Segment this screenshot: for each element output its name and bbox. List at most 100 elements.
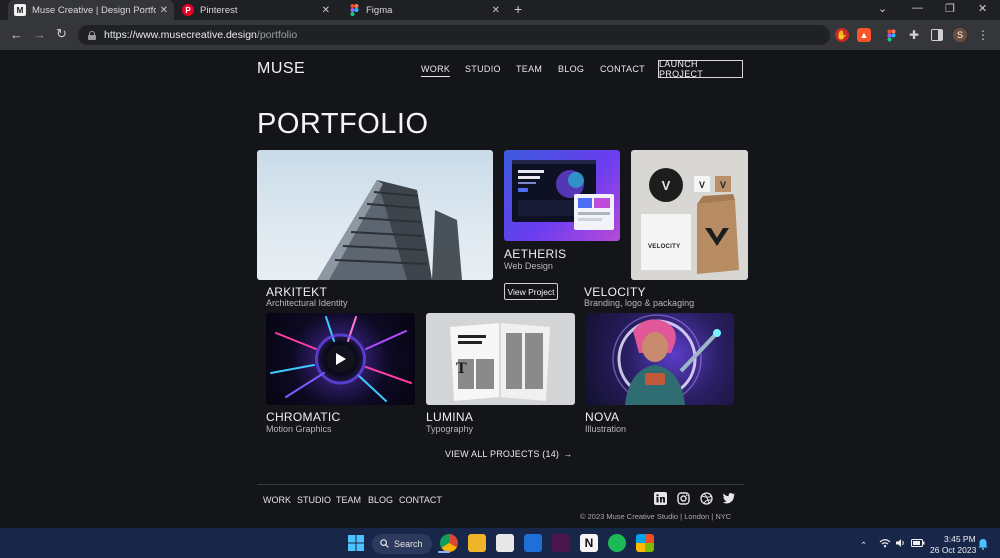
- figma-favicon-icon: [348, 4, 360, 16]
- calendar-app-icon[interactable]: [496, 534, 514, 552]
- tab-title: Pinterest: [200, 4, 238, 16]
- nav-studio[interactable]: STUDIO: [465, 64, 501, 74]
- slack-icon[interactable]: [552, 534, 570, 552]
- microsoft-store-icon[interactable]: [636, 534, 654, 552]
- profile-avatar[interactable]: S: [953, 28, 967, 42]
- packaging-illustration: V V V: [641, 168, 739, 274]
- velocity-mark-label: VELOCITY: [648, 244, 681, 250]
- active-app-indicator: [438, 551, 450, 553]
- taskbar-search[interactable]: Search: [372, 534, 432, 554]
- project-title-nova[interactable]: NOVA: [585, 410, 619, 424]
- tab-title: Muse Creative | Design Portfolio: [32, 4, 156, 16]
- tab-title: Figma: [366, 4, 393, 16]
- web-mockup-illustration: [512, 160, 614, 230]
- footer-nav-work[interactable]: WORK: [263, 495, 291, 505]
- nav-blog[interactable]: BLOG: [558, 64, 584, 74]
- pinterest-favicon-icon: P: [182, 4, 194, 16]
- footer-nav-studio[interactable]: STUDIO: [297, 495, 331, 505]
- project-title-chromatic[interactable]: CHROMATIC: [266, 410, 340, 424]
- back-arrow-icon[interactable]: ←: [10, 27, 23, 42]
- nav-team[interactable]: TEAM: [516, 64, 542, 74]
- search-label: Search: [394, 539, 423, 549]
- mail-icon[interactable]: [524, 534, 542, 552]
- tab-pinterest[interactable]: P Pinterest ✕: [176, 0, 336, 20]
- nav-work[interactable]: WORK: [421, 64, 451, 77]
- twitter-icon[interactable]: [722, 492, 735, 505]
- lock-icon: [88, 30, 96, 40]
- nova-image[interactable]: [585, 313, 734, 405]
- view-project-button[interactable]: View Project: [504, 283, 558, 300]
- close-tab-icon[interactable]: ✕: [160, 5, 168, 16]
- svg-text:V: V: [720, 180, 726, 190]
- chevron-up-icon[interactable]: ⌃: [860, 540, 867, 551]
- project-category-lumina: Typography: [426, 424, 474, 434]
- extensions-puzzle-icon[interactable]: ✚: [907, 28, 921, 42]
- project-category-aetheris: Web Design: [504, 261, 553, 271]
- page-title: PORTFOLIO: [257, 108, 429, 140]
- view-all-label: VIEW ALL PROJECTS (14): [445, 449, 560, 459]
- instagram-icon[interactable]: [677, 492, 690, 505]
- site-logo[interactable]: MUSE: [257, 60, 305, 78]
- notification-bell-icon[interactable]: [978, 538, 988, 552]
- project-category-arkitekt: Architectural Identity: [266, 298, 348, 308]
- project-category-velocity: Branding, logo & packaging: [584, 298, 695, 308]
- project-title-arkitekt[interactable]: ARKITEKT: [266, 285, 327, 299]
- view-all-projects-link[interactable]: VIEW ALL PROJECTS (14) →: [445, 449, 572, 459]
- windows-start-icon[interactable]: [347, 534, 365, 552]
- tab-search-icon[interactable]: ⌄: [878, 2, 887, 15]
- aetheris-image[interactable]: [504, 150, 620, 241]
- spotify-icon[interactable]: [608, 534, 626, 552]
- launch-project-button[interactable]: LAUNCH PROJECT: [658, 59, 743, 79]
- footer-nav-team[interactable]: TEAM: [336, 495, 361, 505]
- linkedin-icon[interactable]: [654, 492, 667, 505]
- dribbble-icon[interactable]: [700, 492, 713, 505]
- url-host: https://www.musecreative.design: [104, 29, 257, 41]
- svg-text:V: V: [699, 180, 705, 190]
- project-category-nova: Illustration: [585, 424, 627, 434]
- volume-icon[interactable]: [895, 538, 907, 550]
- svg-text:T: T: [456, 360, 467, 377]
- tab-muse[interactable]: M Muse Creative | Design Portfolio ✕: [8, 0, 174, 20]
- wifi-icon[interactable]: [879, 538, 891, 550]
- footer-divider: [257, 484, 744, 485]
- project-title-velocity[interactable]: VELOCITY: [584, 285, 646, 299]
- project-title-lumina[interactable]: LUMINA: [426, 410, 473, 424]
- menu-kebab-icon[interactable]: ⋮: [976, 28, 990, 42]
- side-panel-icon[interactable]: [930, 28, 944, 42]
- forward-arrow-icon[interactable]: →: [33, 27, 46, 42]
- reload-icon[interactable]: ↻: [56, 26, 67, 42]
- footer-copyright: © 2023 Muse Creative Studio | London | N…: [580, 512, 732, 521]
- url-path: /portfolio: [256, 29, 298, 41]
- arkitekt-image[interactable]: [257, 150, 493, 280]
- close-tab-icon[interactable]: ✕: [322, 5, 330, 16]
- character-illustration: [612, 314, 721, 405]
- close-window-icon[interactable]: ✕: [978, 2, 987, 15]
- project-title-aetheris[interactable]: AETHERIS: [504, 247, 566, 261]
- battery-icon[interactable]: [911, 538, 925, 550]
- minimize-icon[interactable]: —: [912, 2, 923, 14]
- close-tab-icon[interactable]: ✕: [492, 5, 500, 16]
- brave-extension-icon[interactable]: ▲: [857, 28, 871, 42]
- notion-icon[interactable]: N: [580, 534, 598, 552]
- lumina-image[interactable]: T: [426, 313, 575, 405]
- chrome-taskbar-icon[interactable]: [440, 534, 458, 552]
- footer-nav-blog[interactable]: BLOG: [368, 495, 393, 505]
- arrow-right-icon: →: [563, 449, 573, 459]
- figma-extension-icon[interactable]: [884, 28, 898, 42]
- footer-nav-contact[interactable]: CONTACT: [399, 495, 442, 505]
- restore-icon[interactable]: ❐: [945, 2, 955, 15]
- adblock-extension-icon[interactable]: ✋: [835, 28, 849, 42]
- velocity-image[interactable]: V V V VELOCITY: [631, 150, 748, 280]
- open-book-illustration: T: [450, 323, 550, 401]
- chromatic-video-thumbnail[interactable]: [266, 313, 415, 405]
- nav-contact[interactable]: CONTACT: [600, 64, 645, 74]
- play-icon[interactable]: [327, 345, 355, 373]
- building-illustration: [317, 180, 462, 280]
- muse-favicon-icon: M: [14, 4, 26, 16]
- clock-date[interactable]: 26 Oct 2023: [930, 545, 976, 555]
- file-explorer-icon[interactable]: [468, 534, 486, 552]
- new-tab-button[interactable]: +: [514, 1, 522, 17]
- tab-figma[interactable]: Figma ✕: [342, 0, 506, 20]
- clock-time[interactable]: 3:45 PM: [944, 534, 976, 544]
- address-bar[interactable]: https://www.musecreative.design/portfoli…: [78, 25, 830, 45]
